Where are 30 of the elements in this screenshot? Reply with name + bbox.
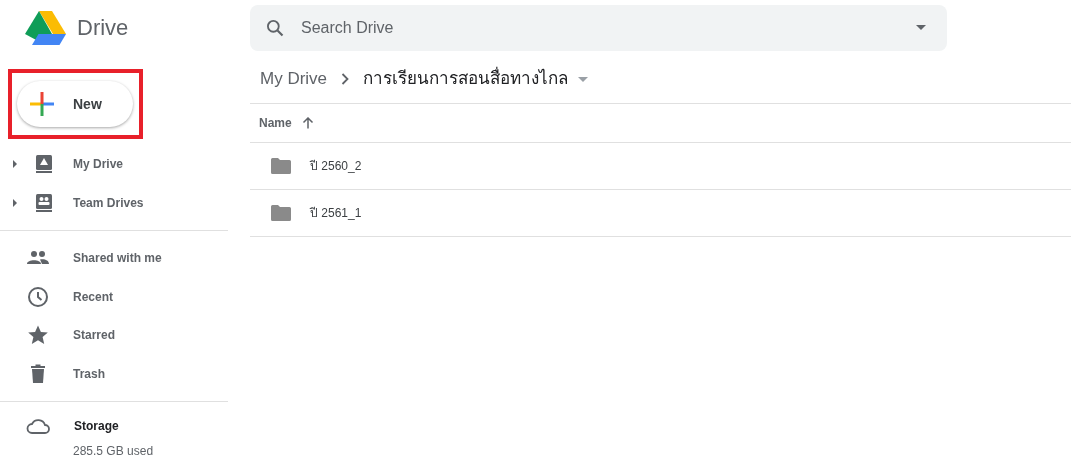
cloud-icon [26,417,50,435]
search-field[interactable]: Search Drive [301,15,900,40]
file-name[interactable]: ปี 2561_1 [310,204,362,222]
app-title: Drive [77,14,129,42]
sidebar-item[interactable]: Starred [73,326,116,345]
sort-arrow-icon[interactable] [301,117,314,129]
dropdown-icon[interactable] [578,76,589,82]
breadcrumb-item[interactable]: การเรียนการสอนสื่อทางไกล [363,66,569,92]
dropdown-icon[interactable] [916,25,926,30]
plus-icon [30,92,54,116]
expand-caret-icon[interactable] [12,198,18,207]
sidebar-item[interactable]: Trash [73,364,105,383]
file-name[interactable]: ปี 2560_2 [310,157,362,175]
sidebar-item[interactable]: My Drive [73,154,124,173]
search-icon [265,17,285,38]
storage-title: Storage [74,418,119,435]
sidebar-item[interactable]: Shared with me [73,249,162,268]
sidebar-item[interactable]: Recent [73,287,113,306]
new-button[interactable]: New [17,81,133,127]
breadcrumb-item[interactable]: My Drive [260,66,328,92]
search-bar[interactable]: Search Drive [250,4,947,51]
folder-icon [271,205,291,221]
storage-usage: 285.5 GB used [73,443,155,460]
column-header[interactable]: Name [259,114,292,132]
drive-logo-icon [25,10,66,45]
clock-icon [26,284,50,309]
folder-icon [271,158,291,174]
sidebar-item[interactable]: Team Drives [73,193,144,212]
expand-caret-icon[interactable] [12,159,18,168]
chevron-right-icon [341,73,350,85]
